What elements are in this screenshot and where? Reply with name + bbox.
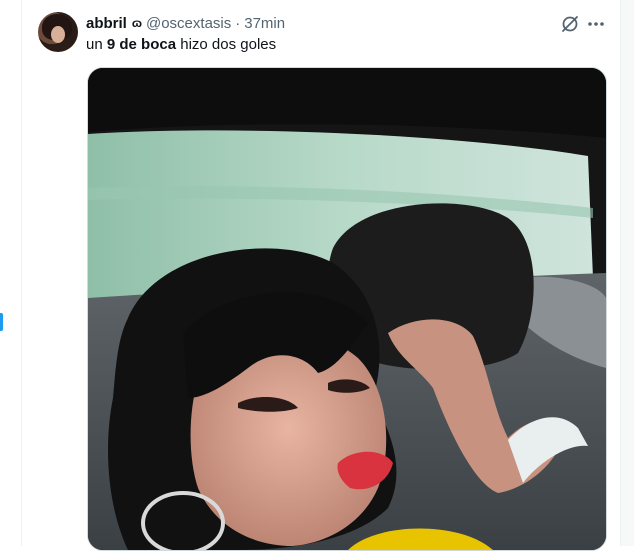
scrollbar-track[interactable] [620,0,634,546]
tweet-header: abbril ɷ @oscextasis · 37min [86,14,285,32]
name-emoji: ɷ [131,16,142,30]
sidebar-active-indicator [0,313,3,331]
more-icon[interactable] [585,13,607,35]
tweet[interactable]: abbril ɷ @oscextasis · 37min un 9 de boc… [22,0,620,551]
video-media[interactable] [87,67,607,551]
left-sidebar [0,0,22,546]
user-handle[interactable]: @oscextasis [146,15,231,32]
grok-icon[interactable] [559,13,581,35]
tweet-text-end: hizo dos goles [176,36,277,53]
avatar[interactable] [38,12,78,52]
display-name[interactable]: abbril [86,15,127,32]
tweet-text: un 9 de boca hizo dos goles [86,36,276,54]
dot-separator: · [235,14,241,32]
tweet-text-start: un [86,36,107,53]
tweet-text-bold: 9 de boca [106,36,177,53]
timestamp[interactable]: 37min [244,15,285,32]
avatar-face [51,26,65,43]
